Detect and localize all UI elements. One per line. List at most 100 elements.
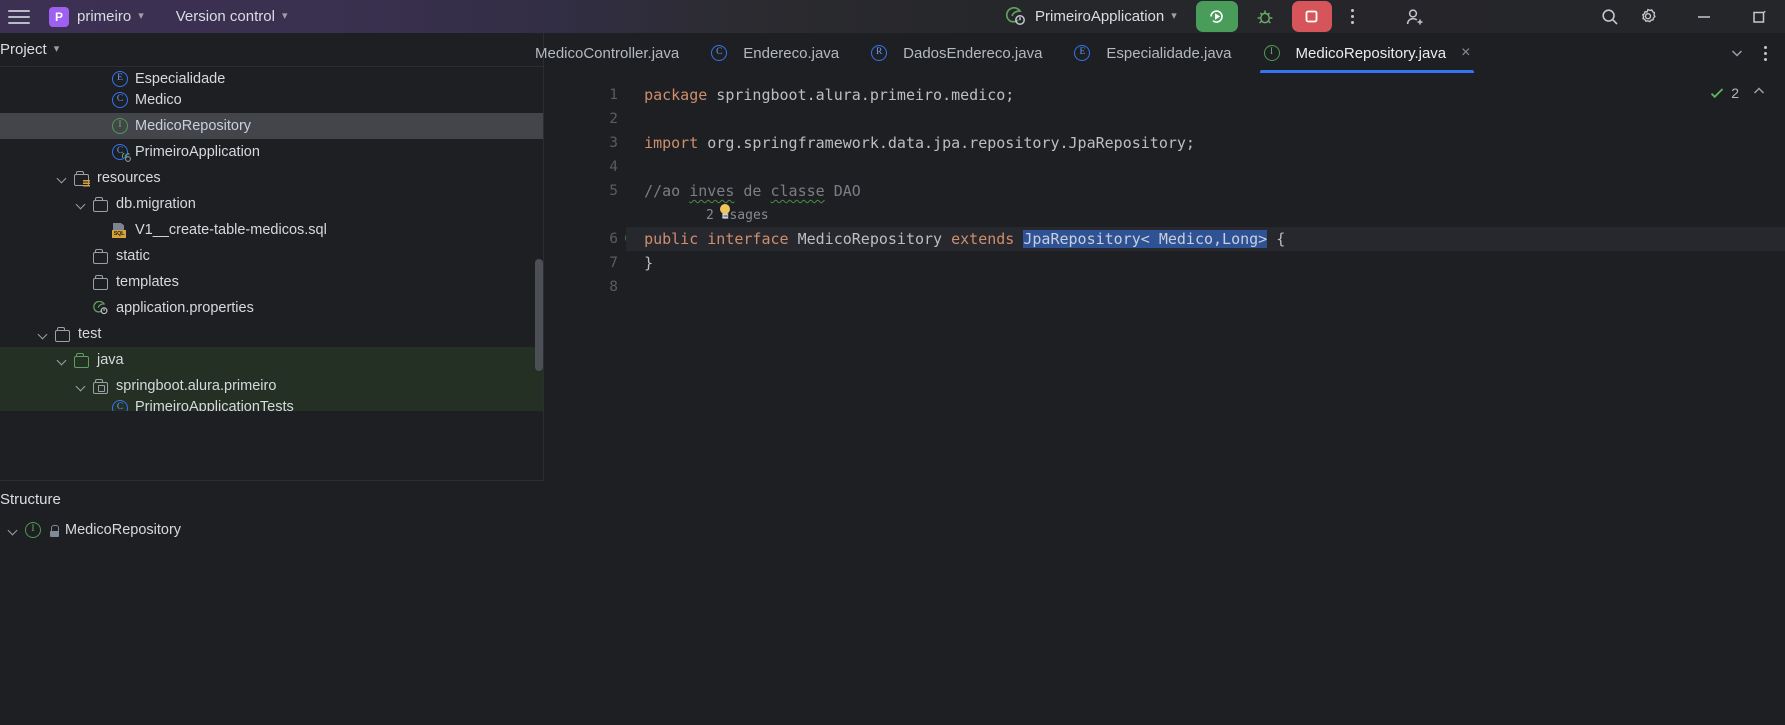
tree-item-primeiroapplication[interactable]: C PrimeiroApplication: [0, 139, 543, 165]
resources-folder-icon: [74, 170, 91, 187]
add-account-button[interactable]: [1396, 2, 1434, 32]
code-editor[interactable]: 1 2 3 4 5 6 7 8 package springboot.alura.primei…: [545, 73, 1785, 725]
code-line[interactable]: [626, 275, 1785, 299]
structure-item-label: MedicoRepository: [65, 522, 182, 538]
minimize-button[interactable]: [1685, 2, 1723, 32]
tree-item-label: static: [116, 248, 150, 264]
code-content[interactable]: package springboot.alura.primeiro.medico…: [624, 73, 1785, 725]
tree-item-label: MedicoRepository: [135, 118, 252, 134]
inspection-widget[interactable]: 2: [1709, 83, 1767, 102]
code-line[interactable]: public interface MedicoRepository extend…: [626, 227, 1785, 251]
inspection-status[interactable]: 2: [1709, 85, 1739, 101]
code-line[interactable]: package springboot.alura.primeiro.medico…: [626, 83, 1785, 107]
stop-button[interactable]: [1291, 1, 1332, 32]
close-icon[interactable]: ×: [1461, 45, 1470, 61]
gear-icon: [1641, 8, 1656, 23]
gutter-line-number: 2: [545, 107, 624, 131]
editor-tab-endereco[interactable]: C Endereco.java: [695, 33, 855, 73]
editor-gutter[interactable]: 1 2 3 4 5 6 7 8: [545, 73, 640, 725]
project-view-selector[interactable]: Project ▾: [0, 38, 64, 61]
tree-item-medicorepository[interactable]: I MedicoRepository: [0, 113, 543, 139]
tree-item-label: Medico: [135, 92, 182, 108]
code-token: de: [734, 182, 771, 200]
debug-button[interactable]: [1248, 1, 1282, 32]
structure-item[interactable]: I MedicoRepository: [0, 517, 544, 543]
usages-inlay-label[interactable]: 2 usages: [706, 208, 769, 223]
gutter-line-number: 4: [545, 155, 624, 179]
sql-file-icon: [112, 222, 129, 239]
editor-tab-label: MedicoRepository.java: [1295, 44, 1447, 62]
code-token: inves: [689, 182, 735, 200]
project-widget[interactable]: P primeiro ▾: [44, 4, 149, 30]
tree-item-test[interactable]: test: [0, 321, 543, 347]
code-line[interactable]: }: [626, 251, 1785, 275]
enum-icon: E: [1074, 45, 1091, 62]
chevron-down-icon[interactable]: [57, 354, 69, 366]
chevron-down-icon: [1731, 50, 1743, 57]
tree-item-resources[interactable]: resources: [0, 165, 543, 191]
editor-more-options-button[interactable]: [1751, 35, 1779, 71]
tree-item-v1-create-table-medicos-sql[interactable]: V1__create-table-medicos.sql: [0, 217, 543, 243]
tab-list-chevron-button[interactable]: [1723, 35, 1751, 71]
tree-item-especialidade[interactable]: E Especialidade: [0, 67, 543, 87]
tree-item-db-migration[interactable]: db.migration: [0, 191, 543, 217]
interface-icon: I: [1263, 45, 1281, 62]
editor-tab-especialidade[interactable]: E Especialidade.java: [1058, 33, 1247, 73]
folder-icon: [93, 248, 110, 265]
chevron-down-icon[interactable]: [8, 524, 20, 536]
editor-tab-dadosendereco[interactable]: R DadosEndereco.java: [855, 33, 1058, 73]
chevron-down-icon[interactable]: [76, 198, 88, 210]
chevron-down-icon[interactable]: [57, 172, 69, 184]
tree-item-templates[interactable]: templates: [0, 269, 543, 295]
editor-tab-bar: MedicoController.java C Endereco.java R Dado…: [535, 33, 1785, 73]
code-left-pad: [626, 230, 644, 248]
chevron-down-icon[interactable]: [38, 328, 50, 340]
chevron-up-icon: [1753, 87, 1765, 94]
code-line[interactable]: import org.springframework.data.jpa.repo…: [626, 131, 1785, 155]
tree-item-java[interactable]: java: [0, 347, 543, 373]
chevron-down-icon: ▾: [1171, 10, 1177, 22]
version-control-widget[interactable]: Version control ▾: [171, 5, 293, 28]
line-number: 1: [609, 87, 618, 103]
editor-tab-medicorepository[interactable]: I MedicoRepository.java ×: [1248, 33, 1487, 73]
intention-bulb-icon[interactable]: [718, 203, 732, 221]
tree-item-label: application.properties: [116, 300, 254, 316]
tree-item-label: db.migration: [116, 196, 196, 212]
usages-inlay-hint[interactable]: 2 usages: [626, 203, 1785, 227]
tree-scrollbar-thumb[interactable]: [535, 259, 543, 371]
tree-item-application-properties[interactable]: application.properties: [0, 295, 543, 321]
package-folder-icon: [93, 378, 110, 395]
inspection-count: 2: [1731, 84, 1739, 101]
code-left-pad: [626, 158, 644, 176]
settings-button[interactable]: [1629, 2, 1667, 32]
code-token: JpaRepository< Medico,Long>: [1023, 230, 1268, 248]
code-line[interactable]: [626, 155, 1785, 179]
maximize-button[interactable]: [1741, 2, 1779, 32]
record-icon: R: [871, 45, 888, 62]
run-configuration-selector[interactable]: PrimeiroApplication ▾: [1000, 4, 1182, 30]
run-widget-group: PrimeiroApplication ▾: [1000, 0, 1434, 33]
left-sidebar: Project ▾ E Especialidade C Medico I MedicoRe…: [0, 33, 544, 725]
editor-tab-label: MedicoController.java: [535, 44, 680, 62]
gutter-line-number: 1: [545, 83, 624, 107]
code-token: MedicoRepository: [788, 230, 952, 248]
search-everywhere-button[interactable]: [1591, 2, 1629, 32]
collapse-inspections-button[interactable]: [1751, 83, 1767, 102]
code-token: interface: [707, 230, 789, 248]
code-line[interactable]: [626, 107, 1785, 131]
chevron-down-icon[interactable]: [76, 380, 88, 392]
maximize-icon: [1753, 10, 1766, 23]
main-menu-icon[interactable]: [8, 9, 30, 25]
tree-item-primeiroapplicationtests[interactable]: C PrimeiroApplicationTests: [0, 399, 543, 411]
class-icon: C: [112, 92, 129, 109]
tree-item-springboot-alura-primeiro[interactable]: springboot.alura.primeiro: [0, 373, 543, 399]
project-tree[interactable]: E Especialidade C Medico I MedicoRepository C P…: [0, 66, 543, 447]
tree-item-static[interactable]: static: [0, 243, 543, 269]
tree-item-medico[interactable]: C Medico: [0, 87, 543, 113]
run-button[interactable]: [1195, 1, 1238, 32]
code-line[interactable]: //ao inves de classe DAO: [626, 179, 1785, 203]
more-run-options-button[interactable]: [1342, 3, 1364, 31]
tree-item-label: Especialidade: [135, 71, 226, 87]
editor-tab-medicocontroller[interactable]: MedicoController.java: [535, 33, 695, 73]
